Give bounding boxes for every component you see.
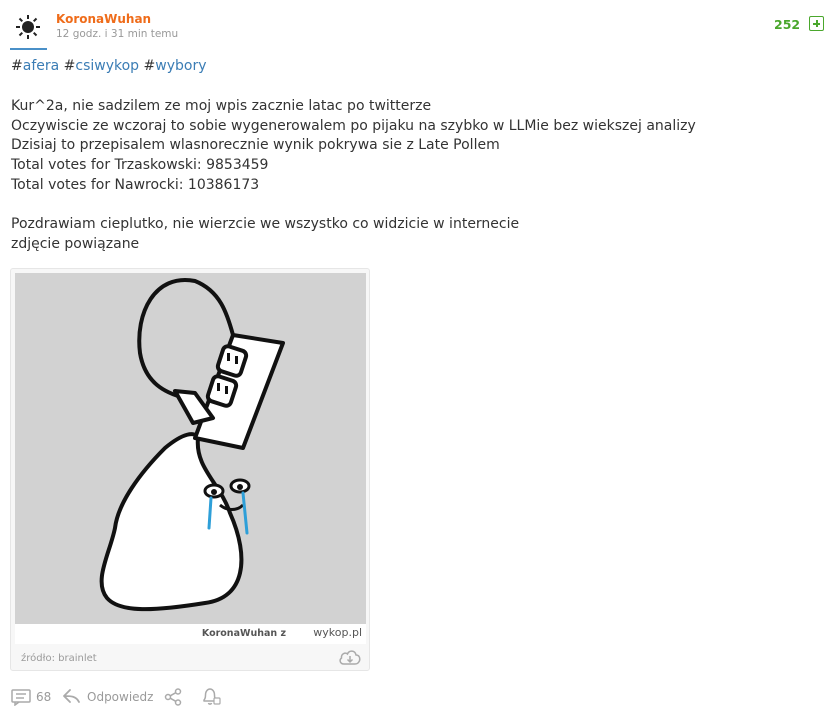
reply-button[interactable]: Odpowiedz: [87, 690, 153, 704]
reply-icon[interactable]: [63, 688, 81, 705]
image-watermark: KoronaWuhan z wykop.pl: [15, 624, 366, 644]
watermark-site: wykop.pl: [313, 626, 362, 639]
image-card: KoronaWuhan z wykop.pl źródło: brainlet: [10, 268, 370, 671]
tag-list: #afera #csiwykop #wybory: [11, 58, 207, 74]
plus-icon[interactable]: [809, 16, 824, 31]
tag-hash: #: [11, 58, 23, 74]
tag-hash: #: [63, 58, 76, 74]
avatar[interactable]: [10, 10, 47, 50]
watermark-text: KoronaWuhan z: [201, 628, 286, 639]
vote-count: 252: [774, 17, 801, 32]
comments-count[interactable]: 68: [36, 690, 51, 704]
action-bar: 68 Odpowiedz: [11, 686, 231, 708]
share-icon[interactable]: [164, 688, 182, 706]
author-name[interactable]: KoronaWuhan: [56, 12, 151, 26]
tag-link[interactable]: afera: [23, 58, 59, 74]
image-source[interactable]: źródło: brainlet: [21, 653, 97, 664]
body-line: zdjęcie powiązane: [11, 236, 140, 252]
post-image[interactable]: [15, 273, 366, 624]
body-line: Pozdrawiam cieplutko, nie wierzcie we ws…: [11, 216, 520, 232]
bell-icon[interactable]: [201, 687, 221, 706]
sun-avatar-icon: [16, 15, 40, 39]
body-line: Dzisiaj to przepisalem wlasnorecznie wyn…: [11, 137, 500, 153]
body-line: Kur^2a, nie sadzilem ze moj wpis zacznie…: [11, 98, 432, 114]
body-line: Total votes for Trzaskowski: 9853459: [11, 157, 269, 173]
body-line: Total votes for Nawrocki: 10386173: [11, 177, 260, 193]
tag-hash: #: [143, 58, 156, 74]
tag-link[interactable]: csiwykop: [75, 58, 139, 74]
cloud-download-icon[interactable]: [338, 649, 362, 667]
comments-icon[interactable]: [11, 689, 31, 706]
body-line: Oczywiscie ze wczoraj to sobie wygenerow…: [11, 118, 696, 134]
tag-link[interactable]: wybory: [155, 58, 206, 74]
post-time[interactable]: 12 godz. i 31 min temu: [56, 28, 178, 40]
